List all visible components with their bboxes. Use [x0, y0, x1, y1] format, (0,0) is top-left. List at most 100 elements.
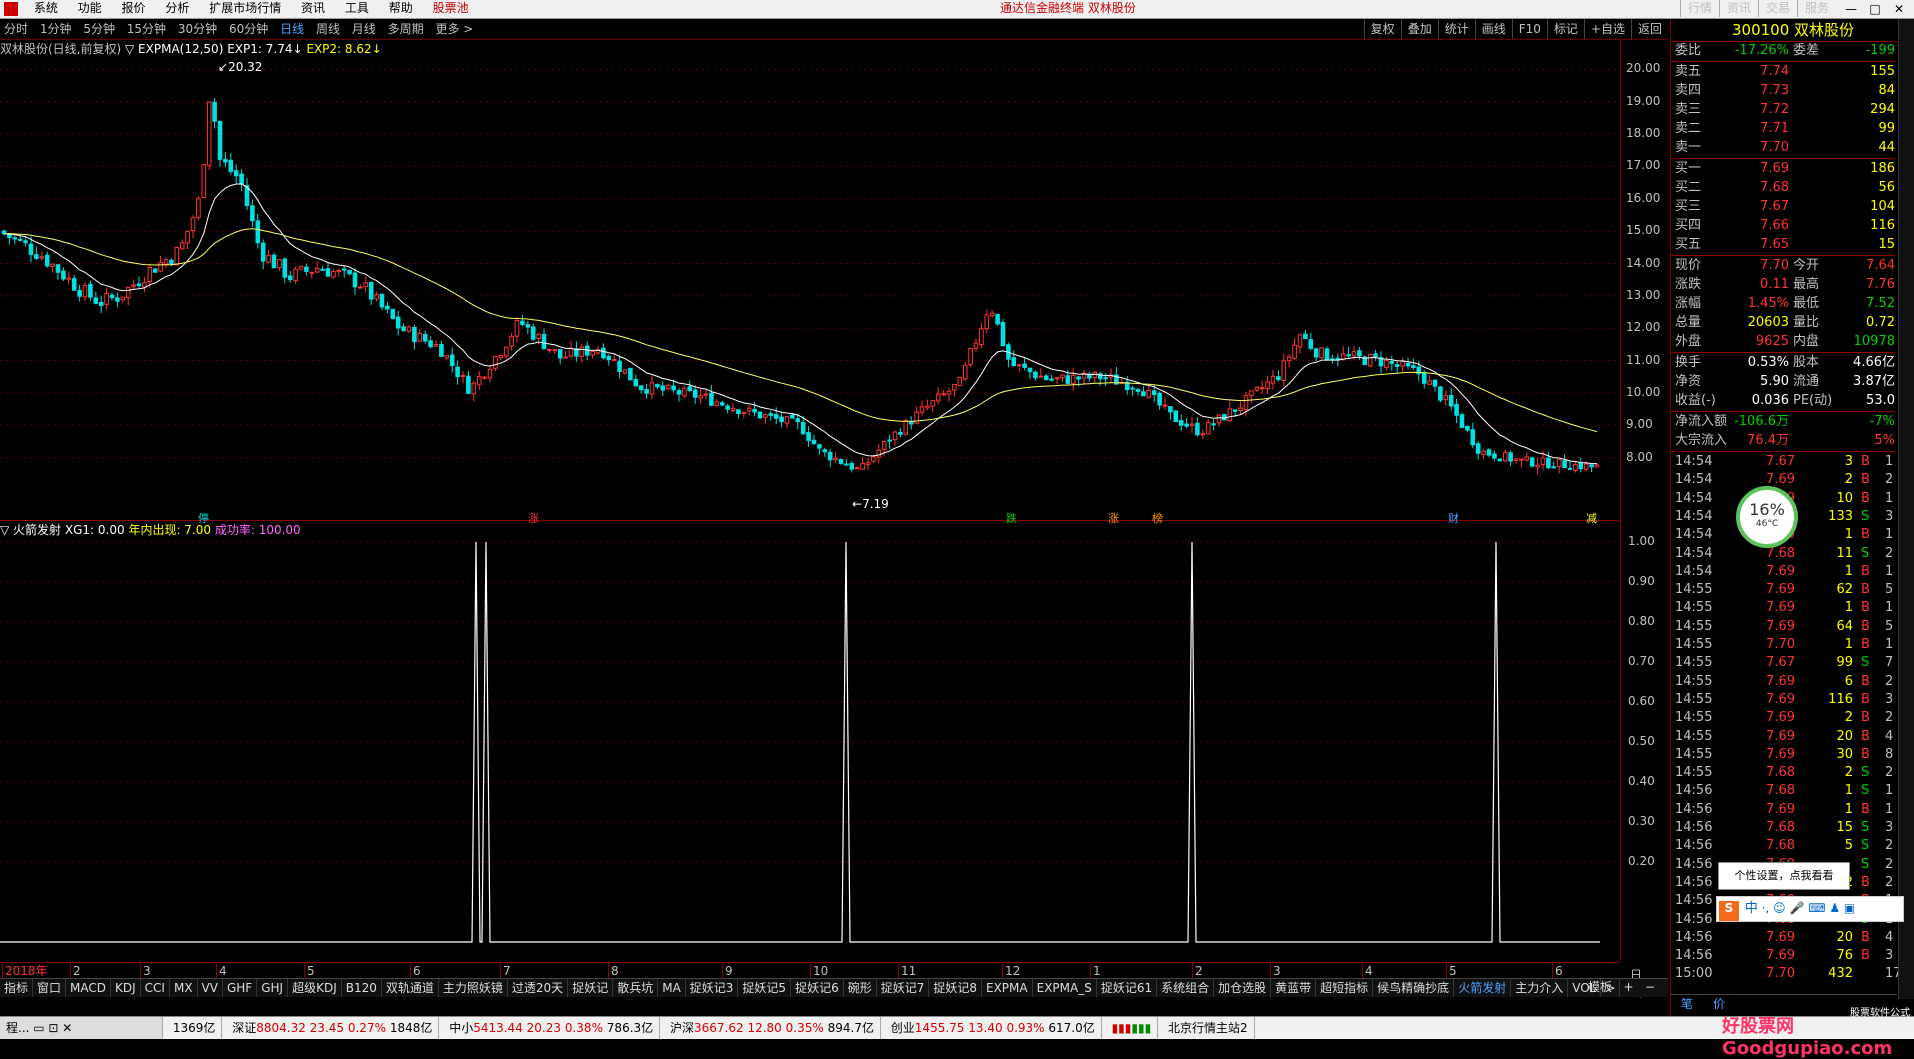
indicator-tab[interactable]: 主力介入 [1511, 979, 1569, 997]
ask-row[interactable]: 卖四 7.73 84 [1671, 82, 1895, 100]
indicator-tab[interactable]: VV [198, 979, 223, 997]
tick-view-tab[interactable]: 笔 [1671, 997, 1703, 1011]
bid-row[interactable]: 买四 7.66 116 [1671, 217, 1895, 235]
settings-tooltip[interactable]: 个性设置，点我看看 [1718, 862, 1850, 890]
tick-row[interactable]: 14:56 7.69 76 B 3 [1671, 947, 1895, 965]
taskbar-slot[interactable]: 程... ▭ ⊡ ✕ [0, 1017, 163, 1039]
indicator-tab[interactable]: 加仓选股 [1214, 979, 1272, 997]
indicator-tab[interactable]: 窗口 [33, 979, 67, 997]
ask-row[interactable]: 卖二 7.71 99 [1671, 120, 1895, 138]
indicator-tab[interactable]: 系统组合 [1157, 979, 1215, 997]
tick-row[interactable]: 14:56 7.68 15 S 3 [1671, 819, 1895, 837]
tick-row[interactable]: 14:55 7.69 2 B 2 [1671, 709, 1895, 727]
indicator-tab[interactable]: 超级KDJ [288, 979, 342, 997]
template-button[interactable]: 模板 [1588, 980, 1612, 994]
bid-row[interactable]: 买二 7.68 56 [1671, 179, 1895, 197]
tick-row[interactable]: 14:55 7.69 116 B 3 [1671, 691, 1895, 709]
tick-row[interactable]: 14:56 7.68 5 S 2 [1671, 837, 1895, 855]
indicator-tab[interactable]: 捉妖记7 [877, 979, 930, 997]
menu-function[interactable]: 功能 [70, 0, 110, 17]
tick-row[interactable]: 14:54 7.69 2 B 2 [1671, 471, 1895, 489]
server-label[interactable]: 北京行情主站2 [1162, 1017, 1255, 1039]
tick-row[interactable]: 14:54 7.68 11 S 2 [1671, 545, 1895, 563]
indicator-tab[interactable]: 超短指标 [1316, 979, 1374, 997]
indicator-tab[interactable]: 捉妖记5 [738, 979, 792, 997]
menu-news[interactable]: 资讯 [293, 0, 333, 17]
tick-row[interactable]: 14:55 7.67 99 S 7 [1671, 654, 1895, 672]
tick-row[interactable]: 14:54 7.67 3 B 1 [1671, 453, 1895, 471]
fund-row[interactable]: 收益(-) 0.036 PE(动) 53.0 [1671, 392, 1895, 410]
quote-row[interactable]: 外盘 9625 内盘 10978 [1671, 333, 1895, 351]
period-30min[interactable]: 30分钟 [174, 19, 221, 39]
indicator-tab[interactable]: EXPMA_S [1033, 979, 1097, 997]
indicator-chart[interactable]: ▽ 火箭发射 XG1: 0.00 年内出现: 7.00 成功率: 100.00 … [0, 520, 1655, 999]
tick-row[interactable]: 14:55 7.68 2 S 2 [1671, 764, 1895, 782]
indicator-tab[interactable]: 指标 [0, 979, 34, 997]
bid-row[interactable]: 买三 7.67 104 [1671, 198, 1895, 216]
menu-stock-pool[interactable]: 股票池 [425, 0, 477, 17]
tool-add-favorite[interactable]: +自选 [1583, 19, 1631, 39]
tick-row[interactable]: 14:55 7.69 62 B 5 [1671, 581, 1895, 599]
close-icon[interactable]: ✕ [1888, 1, 1910, 17]
menu-tools[interactable]: 工具 [337, 0, 377, 17]
menu-help[interactable]: 帮助 [381, 0, 421, 17]
tool-back[interactable]: 返回 [1630, 19, 1668, 39]
tool-adjust[interactable]: 复权 [1363, 19, 1401, 39]
indicator-tab[interactable]: 火箭发射 [1454, 979, 1512, 997]
indicator-tab[interactable]: 捉妖记 [568, 979, 614, 997]
period-daily[interactable]: 日线 [276, 19, 308, 39]
indicator-tab[interactable]: 捉妖记6 [791, 979, 844, 997]
tool-f10[interactable]: F10 [1511, 19, 1547, 39]
indicator-tab[interactable]: 候鸟精确抄底 [1373, 979, 1455, 997]
tick-view-tab[interactable]: 价 [1703, 997, 1735, 1011]
indicator-tab[interactable]: GHJ [257, 979, 289, 997]
menu-analysis[interactable]: 分析 [157, 0, 197, 17]
tick-row[interactable]: 14:55 7.69 64 B 5 [1671, 618, 1895, 636]
tool-overlay[interactable]: 叠加 [1400, 19, 1438, 39]
price-chart[interactable]: 双林股份(日线,前复权) ▽ EXPMA(12,50) EXP1: 7.74↓ … [0, 40, 1660, 525]
minimize-icon[interactable]: — [1840, 1, 1862, 17]
period-5min[interactable]: 5分钟 [79, 19, 119, 39]
quote-row[interactable]: 涨幅 1.45% 最低 7.52 [1671, 295, 1895, 313]
tick-row[interactable]: 14:56 7.69 20 B 4 [1671, 929, 1895, 947]
menu-market[interactable]: 行情 [1679, 0, 1719, 17]
tick-row[interactable]: 14:55 7.69 6 B 2 [1671, 673, 1895, 691]
period-multi[interactable]: 多周期 [384, 19, 428, 39]
indicator-tab[interactable]: 捉妖记8 [929, 979, 982, 997]
indicator-tab[interactable]: 捉妖记3 [686, 979, 739, 997]
indicator-tab[interactable]: 碗形 [844, 979, 877, 997]
side-scrollbar[interactable] [1898, 19, 1914, 999]
ime-mode[interactable]: 中 [1745, 901, 1758, 916]
indicator-tab[interactable]: 捉妖记61 [1097, 979, 1158, 997]
period-tick[interactable]: 分时 [0, 19, 32, 39]
bid-row[interactable]: 买五 7.65 15 [1671, 236, 1895, 254]
period-more[interactable]: 更多 > [431, 19, 477, 39]
flow-row[interactable]: 大宗流入 76.4万 5% [1671, 432, 1895, 450]
period-weekly[interactable]: 周线 [312, 19, 344, 39]
tick-row[interactable]: 14:56 7.69 1 B 1 [1671, 801, 1895, 819]
remove-tab-button[interactable]: − [1645, 980, 1655, 994]
ime-toolbar[interactable]: S 中 ·, ☺ 🎤 ⌨ ♟ ▣ [1716, 896, 1904, 922]
ask-row[interactable]: 卖一 7.70 44 [1671, 139, 1895, 157]
status-chinext[interactable]: 创业1455.75 13.40 0.93% 617.0亿 [885, 1017, 1102, 1039]
period-monthly[interactable]: 月线 [348, 19, 380, 39]
fund-row[interactable]: 换手 0.53% 股本 4.66亿 [1671, 354, 1895, 372]
indicator-tab[interactable]: CCI [141, 979, 170, 997]
cpu-gauge[interactable]: 16% 46°C [1736, 486, 1798, 548]
status-hs300[interactable]: 沪深3667.62 12.80 0.35% 894.7亿 [664, 1017, 881, 1039]
indicator-tab[interactable]: B120 [342, 979, 382, 997]
tick-row[interactable]: 14:56 7.68 1 S 1 [1671, 782, 1895, 800]
fund-row[interactable]: 净资 5.90 流通 3.87亿 [1671, 373, 1895, 391]
indicator-tab[interactable]: MX [170, 979, 198, 997]
indicator-tab[interactable]: 主力照妖镜 [439, 979, 508, 997]
quote-row[interactable]: 现价 7.70 今开 7.64 [1671, 257, 1895, 275]
tick-row[interactable]: 14:55 7.69 20 B 4 [1671, 728, 1895, 746]
tool-mark[interactable]: 标记 [1546, 19, 1584, 39]
tick-row[interactable]: 15:00 7.70 432 17 [1671, 965, 1902, 983]
tick-row[interactable]: 14:55 7.69 1 B 1 [1671, 599, 1895, 617]
tick-row[interactable]: 14:55 7.70 1 B 1 [1671, 636, 1895, 654]
quote-row[interactable]: 总量 20603 量比 0.72 [1671, 314, 1895, 332]
maximize-icon[interactable]: □ [1864, 1, 1886, 17]
indicator-tab[interactable]: 过透20天 [508, 979, 569, 997]
indicator-tab[interactable]: 双轨通道 [382, 979, 439, 997]
